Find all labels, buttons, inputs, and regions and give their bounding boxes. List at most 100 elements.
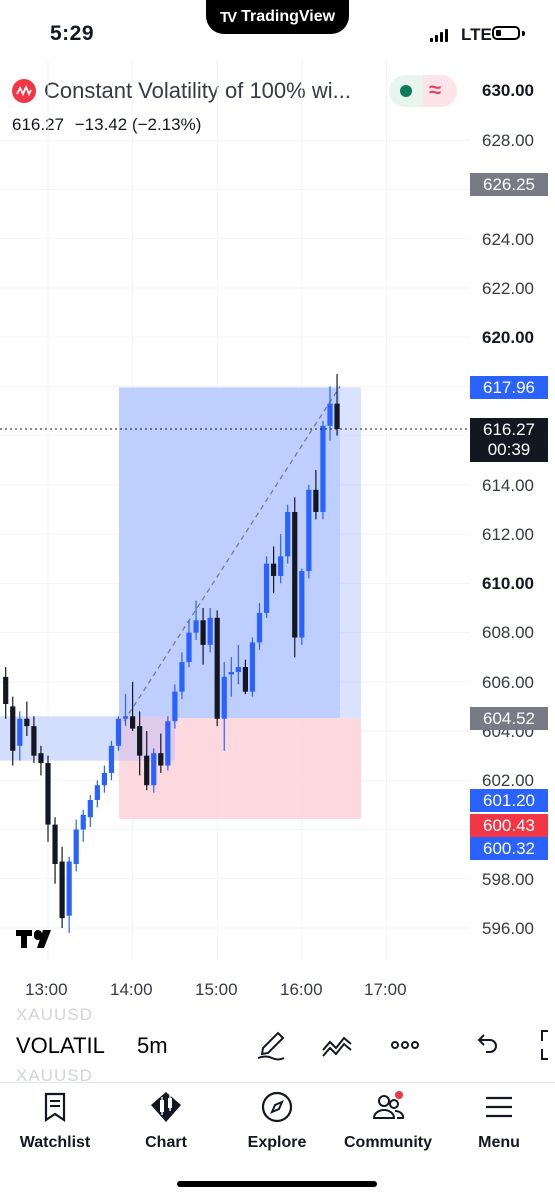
candle-body bbox=[221, 676, 227, 719]
price-axis-label: 628.00 bbox=[482, 131, 534, 150]
low-price-tag: 601.20 bbox=[470, 789, 548, 812]
candle-body bbox=[38, 753, 44, 764]
price-axis-label: 598.00 bbox=[482, 870, 534, 889]
ghost-symbol-top: XAUUSD bbox=[16, 1005, 93, 1024]
undo-icon[interactable] bbox=[470, 1028, 504, 1062]
indicators-icon[interactable] bbox=[320, 1028, 354, 1062]
price-axis-label: 630.00 bbox=[482, 81, 534, 100]
candle-body bbox=[207, 617, 213, 645]
time-axis-label: 17:00 bbox=[364, 980, 407, 999]
candle-body bbox=[306, 489, 312, 572]
candle-body bbox=[31, 726, 37, 756]
status-time: 5:29 bbox=[50, 22, 95, 45]
price-axis-label: 608.00 bbox=[482, 623, 534, 642]
candle-body bbox=[334, 403, 340, 430]
price-axis-label: 614.00 bbox=[482, 476, 534, 495]
candle-body bbox=[278, 556, 284, 576]
candle-body bbox=[256, 612, 263, 643]
candle-body bbox=[179, 662, 185, 692]
candle-body bbox=[73, 829, 79, 864]
nav-community[interactable]: Community bbox=[338, 1090, 438, 1152]
entry-price-tag: 604.52 bbox=[470, 707, 548, 730]
draw-pen-icon[interactable] bbox=[254, 1028, 288, 1062]
candle-body bbox=[193, 620, 199, 633]
candle-body bbox=[66, 861, 72, 916]
candle-body bbox=[165, 721, 171, 766]
community-icon bbox=[372, 1091, 405, 1119]
candle-body bbox=[158, 753, 164, 766]
candle-body bbox=[108, 745, 115, 773]
candle-body bbox=[299, 571, 305, 638]
candle-body bbox=[122, 716, 129, 719]
candle-body bbox=[59, 861, 65, 919]
compass-icon bbox=[261, 1091, 293, 1123]
home-indicator bbox=[177, 1181, 377, 1187]
nav-watchlist[interactable]: Watchlist bbox=[5, 1090, 105, 1152]
price-chart[interactable] bbox=[0, 60, 555, 1020]
symbol-button[interactable]: VOLATIL bbox=[16, 1033, 105, 1059]
candle-body bbox=[292, 511, 298, 638]
last-price-value: 616.27 bbox=[483, 420, 535, 439]
candle-body bbox=[87, 799, 93, 818]
high-price-tag: 626.25 bbox=[470, 173, 548, 196]
price-axis-label: 596.00 bbox=[482, 919, 534, 938]
candle-body bbox=[186, 632, 192, 663]
nav-explore[interactable]: Explore bbox=[227, 1090, 327, 1152]
candle-body bbox=[115, 718, 122, 746]
candle-body bbox=[101, 772, 107, 786]
dynamic-island-brand: TV TradingView bbox=[206, 0, 349, 34]
nav-menu[interactable]: Menu bbox=[449, 1090, 549, 1152]
time-axis-label: 14:00 bbox=[110, 980, 153, 999]
price-axis-label: 624.00 bbox=[482, 230, 534, 249]
menu-icon bbox=[486, 1096, 512, 1118]
candle-body bbox=[327, 403, 333, 426]
candle-body bbox=[52, 824, 58, 864]
last-price-tag: 616.27 00:39 bbox=[470, 418, 548, 462]
candle-body bbox=[313, 489, 319, 512]
nav-label: Watchlist bbox=[19, 1134, 91, 1151]
brand-label: TradingView bbox=[241, 8, 336, 25]
candle-body bbox=[214, 617, 220, 719]
candle-body bbox=[94, 785, 100, 800]
candle-body bbox=[17, 718, 23, 746]
candle-body bbox=[242, 667, 248, 692]
nav-divider bbox=[0, 1082, 555, 1083]
low-price-tag: 600.32 bbox=[470, 837, 548, 860]
price-axis-label: 606.00 bbox=[482, 673, 534, 692]
more-options-icon[interactable] bbox=[388, 1028, 422, 1062]
bar-countdown: 00:39 bbox=[487, 440, 531, 459]
candle-body bbox=[320, 425, 326, 512]
candle-body bbox=[144, 755, 150, 786]
price-axis-label: 622.00 bbox=[482, 279, 534, 298]
watchlist-icon bbox=[44, 1092, 66, 1123]
price-axis-label: 612.00 bbox=[482, 525, 534, 544]
candle-body bbox=[249, 642, 256, 692]
nav-label: Menu bbox=[478, 1134, 520, 1151]
candle-body bbox=[263, 563, 270, 613]
nav-label: Chart bbox=[145, 1134, 187, 1151]
candle-body bbox=[80, 814, 86, 830]
candle-body bbox=[45, 763, 51, 825]
price-axis-label: 602.00 bbox=[482, 771, 534, 790]
profit-zone-extension bbox=[340, 387, 361, 719]
chart-area[interactable] bbox=[0, 60, 555, 1020]
nav-chart[interactable]: Chart bbox=[116, 1090, 216, 1152]
tradingview-logo-icon: TV bbox=[219, 8, 237, 26]
candle-body bbox=[271, 563, 277, 576]
candle-body bbox=[228, 671, 234, 675]
interval-button[interactable]: 5m bbox=[137, 1033, 168, 1059]
candle-body bbox=[24, 718, 30, 727]
fullscreen-icon[interactable] bbox=[536, 1028, 555, 1062]
time-axis-label: 16:00 bbox=[280, 980, 323, 999]
signal-icon bbox=[430, 29, 448, 42]
tradingview-watermark-icon bbox=[16, 925, 62, 957]
candle-body bbox=[130, 716, 136, 729]
candle-body bbox=[10, 706, 16, 751]
target-price-tag: 617.96 bbox=[470, 376, 548, 399]
time-axis-label: 15:00 bbox=[195, 980, 238, 999]
candle-body bbox=[285, 511, 291, 557]
time-axis-label: 13:00 bbox=[25, 980, 68, 999]
network-label: LTE bbox=[461, 25, 492, 44]
battery-icon bbox=[492, 26, 520, 40]
stop-price-tag: 600.43 bbox=[470, 814, 548, 837]
